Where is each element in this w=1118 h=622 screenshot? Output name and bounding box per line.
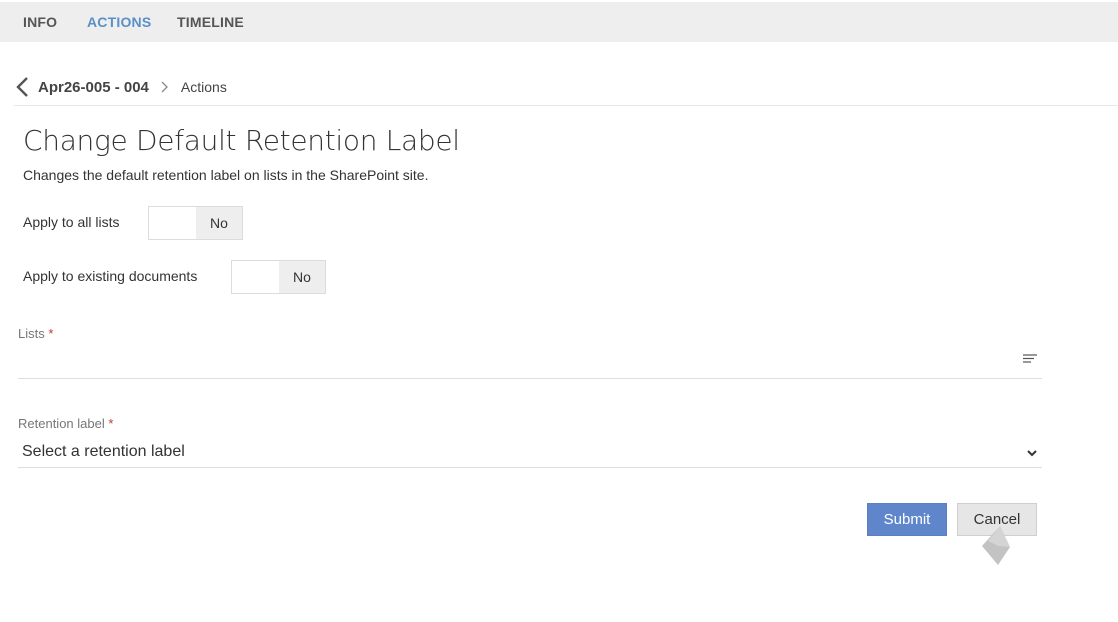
page-title: Change Default Retention Label <box>23 124 460 157</box>
lists-input[interactable] <box>18 344 1042 379</box>
chevron-right-icon <box>159 80 171 94</box>
chevron-down-icon <box>1026 446 1038 458</box>
required-mark: * <box>48 326 54 341</box>
tab-timeline[interactable]: TIMELINE <box>177 2 244 42</box>
page: INFO ACTIONS TIMELINE Apr26-005 - 004 Ac… <box>0 0 1118 622</box>
retention-label-value: Select a retention label <box>22 443 185 460</box>
toggle-knob <box>232 261 279 293</box>
toggle-state: No <box>279 261 325 293</box>
page-description: Changes the default retention label on l… <box>23 167 429 183</box>
retention-label-text: Retention label <box>18 416 105 431</box>
toggle-knob <box>149 207 196 239</box>
apply-all-lists-label: Apply to all lists <box>23 214 120 230</box>
list-lines-icon[interactable] <box>1022 352 1038 366</box>
retention-label-select[interactable]: Select a retention label <box>18 438 1042 468</box>
apply-all-lists-toggle[interactable]: No <box>148 206 243 240</box>
tab-actions[interactable]: ACTIONS <box>87 2 151 42</box>
lists-label: Lists * <box>18 326 53 341</box>
lists-label-text: Lists <box>18 326 45 341</box>
tab-bar: INFO ACTIONS TIMELINE <box>0 2 1118 42</box>
breadcrumb: Apr26-005 - 004 Actions <box>14 72 227 102</box>
divider <box>14 105 1118 106</box>
tab-info[interactable]: INFO <box>23 2 57 42</box>
submit-button[interactable]: Submit <box>867 503 947 536</box>
chevron-left-icon[interactable] <box>14 76 32 98</box>
toggle-state: No <box>196 207 242 239</box>
retention-label-label: Retention label * <box>18 416 113 431</box>
breadcrumb-current: Actions <box>180 79 227 95</box>
apply-existing-docs-toggle[interactable]: No <box>231 260 326 294</box>
breadcrumb-parent[interactable]: Apr26-005 - 004 <box>38 79 149 96</box>
cancel-button[interactable]: Cancel <box>957 503 1037 536</box>
required-mark: * <box>108 416 114 431</box>
apply-existing-docs-label: Apply to existing documents <box>23 268 198 284</box>
